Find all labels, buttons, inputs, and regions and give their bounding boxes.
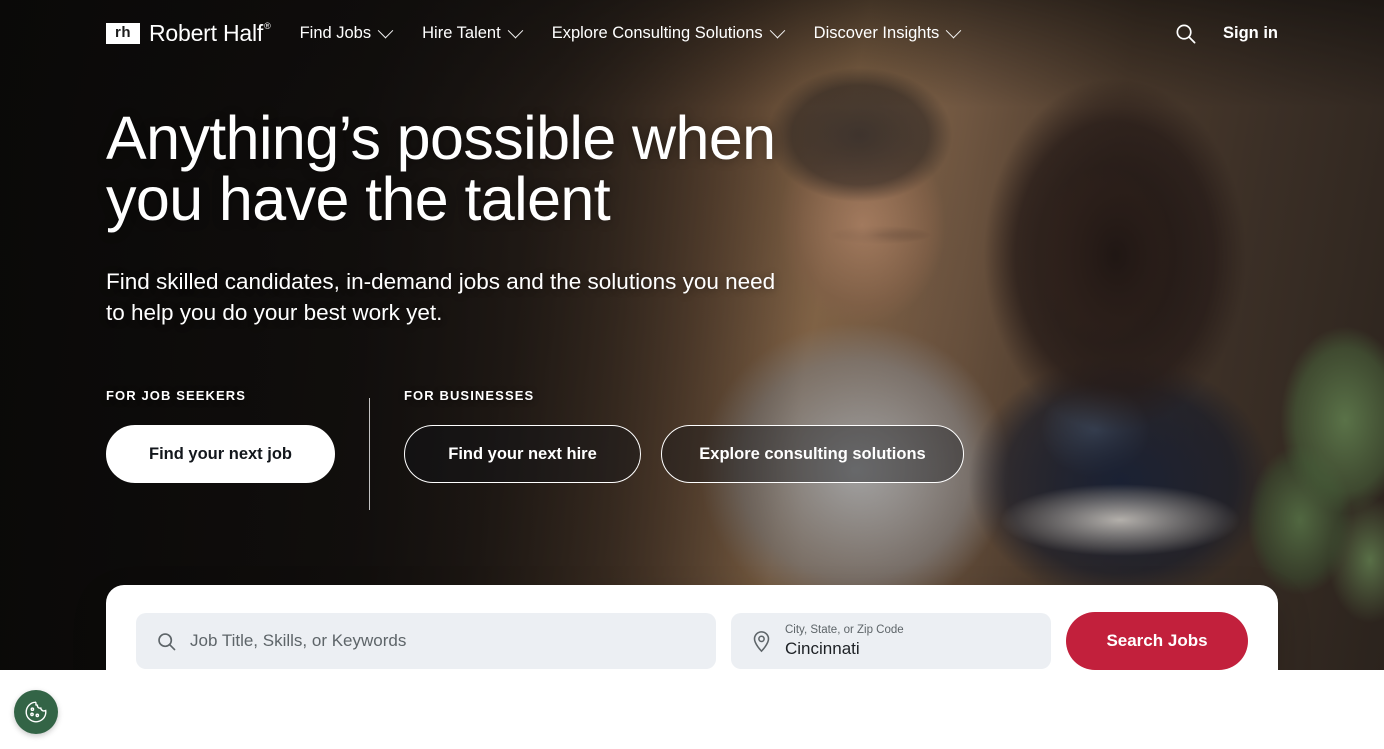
chevron-down-icon bbox=[377, 22, 394, 38]
search-jobs-button[interactable]: Search Jobs bbox=[1066, 612, 1248, 670]
logo-wordmark: Robert Half® bbox=[149, 19, 271, 47]
search-icon bbox=[158, 632, 176, 650]
nav-item-discover-insights[interactable]: Discover Insights bbox=[813, 22, 962, 43]
search-input[interactable]: Job Title, Skills, or Keywords bbox=[136, 613, 716, 669]
logo-wordmark-text: Robert Half bbox=[149, 19, 264, 46]
cookie-preferences-button[interactable] bbox=[14, 690, 58, 734]
cookie-icon bbox=[25, 701, 47, 723]
nav-item-find-jobs[interactable]: Find Jobs bbox=[299, 22, 394, 43]
robert-half-logo[interactable]: rh Robert Half® bbox=[106, 19, 271, 47]
cta-group-businesses: FOR BUSINESSES Find your next hire Explo… bbox=[404, 388, 964, 510]
chevron-down-icon bbox=[769, 22, 785, 38]
site-header: rh Robert Half® Find Jobs Hire Talent Ex… bbox=[0, 0, 1384, 66]
location-input-stack: City, State, or Zip Code Cincinnati bbox=[785, 624, 904, 659]
hero-cta-block: FOR JOB SEEKERS Find your next job FOR B… bbox=[106, 388, 964, 510]
cta-group-job-seekers: FOR JOB SEEKERS Find your next job bbox=[106, 388, 335, 510]
find-your-next-hire-button[interactable]: Find your next hire bbox=[404, 425, 641, 483]
nav-label-find-jobs: Find Jobs bbox=[299, 23, 372, 42]
job-search-card: Job Title, Skills, or Keywords City, Sta… bbox=[106, 585, 1278, 670]
explore-consulting-solutions-button[interactable]: Explore consulting solutions bbox=[661, 425, 964, 483]
header-actions: Sign in bbox=[1173, 21, 1278, 45]
cta-buttons-businesses: Find your next hire Explore consulting s… bbox=[404, 425, 964, 483]
hero-section: rh Robert Half® Find Jobs Hire Talent Ex… bbox=[0, 0, 1384, 670]
nav-label-hire-talent: Hire Talent bbox=[422, 23, 501, 42]
search-icon[interactable] bbox=[1173, 21, 1197, 45]
hero-subtitle: Find skilled candidates, in-demand jobs … bbox=[106, 269, 776, 325]
registered-trademark-icon: ® bbox=[264, 20, 271, 31]
location-input-label: City, State, or Zip Code bbox=[785, 623, 904, 636]
cta-label-businesses: FOR BUSINESSES bbox=[404, 388, 535, 403]
cta-buttons-job-seekers: Find your next job bbox=[106, 425, 335, 483]
cta-label-job-seekers: FOR JOB SEEKERS bbox=[106, 388, 247, 403]
hero-copy: Anything’s possible when you have the ta… bbox=[106, 108, 806, 328]
main-navigation: Find Jobs Hire Talent Explore Consulting… bbox=[299, 22, 962, 43]
sign-in-link[interactable]: Sign in bbox=[1223, 24, 1278, 43]
rh-logo-mark: rh bbox=[106, 22, 140, 44]
cta-divider bbox=[369, 398, 370, 510]
nav-item-hire-talent[interactable]: Hire Talent bbox=[422, 22, 523, 43]
search-input-placeholder: Job Title, Skills, or Keywords bbox=[190, 631, 407, 650]
map-pin-icon bbox=[753, 630, 770, 652]
location-input-value: Cincinnati bbox=[785, 638, 860, 658]
page-body-below-hero bbox=[0, 670, 1384, 749]
chevron-down-icon bbox=[946, 22, 962, 38]
location-input[interactable]: City, State, or Zip Code Cincinnati bbox=[731, 613, 1051, 669]
nav-item-explore-consulting-solutions[interactable]: Explore Consulting Solutions bbox=[551, 22, 785, 43]
page-title: Anything’s possible when you have the ta… bbox=[106, 104, 776, 233]
nav-label-explore-consulting-solutions: Explore Consulting Solutions bbox=[551, 23, 763, 42]
chevron-down-icon bbox=[507, 22, 523, 38]
find-your-next-job-button[interactable]: Find your next job bbox=[106, 425, 335, 483]
nav-label-discover-insights: Discover Insights bbox=[813, 23, 940, 42]
